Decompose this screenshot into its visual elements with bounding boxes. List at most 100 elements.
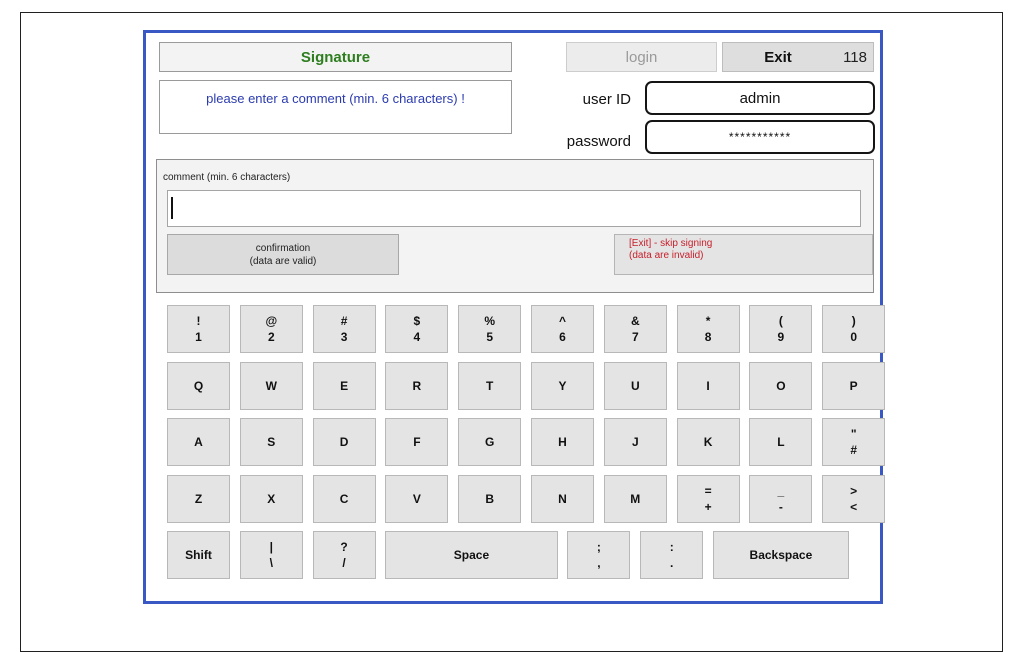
key-symbol-0-0[interactable]: ! 1 (167, 305, 230, 353)
key-label: Backspace (749, 548, 813, 562)
key-label: A (194, 435, 203, 449)
key-backspace[interactable]: Backspace (713, 531, 849, 579)
key-label: U (630, 378, 640, 393)
comment-input[interactable] (167, 190, 861, 227)
key-f[interactable]: F (385, 418, 449, 466)
key-r[interactable]: R (385, 361, 449, 410)
key-shift-char: ? (340, 540, 348, 554)
key-base-char: . (670, 556, 674, 570)
key-label: Shift (185, 548, 212, 562)
key-symbol-3-9[interactable]: > < (822, 474, 886, 523)
key-symbol-0-5[interactable]: ^ 6 (531, 305, 594, 353)
key-shift-char: ^ (558, 314, 566, 328)
key-symbol-0-9[interactable]: ) 0 (822, 305, 886, 353)
key-label: G (485, 435, 495, 449)
key-shift-char: | (269, 540, 273, 554)
user-id-field[interactable]: admin (645, 81, 875, 115)
key-u[interactable]: U (603, 361, 667, 410)
key-label: P (849, 378, 858, 393)
key-symbol-4-1[interactable]: | \ (239, 531, 303, 579)
key-label: K (703, 435, 713, 449)
key-symbol-0-4[interactable]: % 5 (458, 305, 522, 353)
key-p[interactable]: P (822, 361, 886, 410)
key-symbol-3-8[interactable]: _ - (749, 474, 813, 523)
key-y[interactable]: Y (531, 361, 594, 410)
key-shift[interactable]: Shift (167, 531, 230, 579)
key-shift-char: _ (777, 483, 785, 498)
key-symbol-4-2[interactable]: ? / (312, 531, 376, 579)
key-base-char: 3 (340, 330, 348, 344)
password-label: password (566, 133, 631, 150)
key-label: Y (558, 378, 567, 393)
user-id-label: user ID (582, 91, 631, 108)
key-symbol-2-9[interactable]: " # (822, 418, 886, 466)
key-label: D (339, 435, 349, 449)
skip-signing-label: [Exit] - skip signing (629, 238, 713, 249)
key-b[interactable]: B (458, 474, 522, 523)
confirmation-button[interactable]: confirmation (data are valid) (167, 234, 399, 275)
key-symbol-0-7[interactable]: * 8 (676, 305, 740, 353)
key-d[interactable]: D (312, 418, 376, 466)
key-l[interactable]: L (749, 418, 813, 466)
key-base-char: < (850, 499, 858, 514)
exit-button[interactable]: Exit 118 (722, 42, 874, 72)
key-k[interactable]: K (676, 418, 740, 466)
key-w[interactable]: W (239, 361, 303, 410)
key-q[interactable]: Q (167, 361, 230, 410)
key-s[interactable]: S (239, 418, 303, 466)
key-label: J (631, 435, 639, 449)
key-t[interactable]: T (458, 361, 522, 410)
key-j[interactable]: J (603, 418, 667, 466)
comment-label: comment (min. 6 characters) (163, 172, 291, 183)
key-symbol-0-6[interactable]: & 7 (603, 305, 667, 353)
key-shift-char: # (340, 314, 348, 328)
key-symbol-0-8[interactable]: (9 (749, 305, 813, 353)
key-z[interactable]: Z (167, 474, 230, 523)
key-symbol-0-2[interactable]: #3 (312, 305, 376, 353)
key-n[interactable]: N (531, 474, 594, 523)
skip-signing-button[interactable]: [Exit] - skip signing (data are invalid) (614, 234, 873, 275)
comment-panel: comment (min. 6 characters) confirmation… (156, 159, 874, 293)
key-base-char: 8 (704, 330, 712, 344)
key-i[interactable]: I (676, 361, 740, 410)
key-symbol-4-5[interactable]: :. (640, 531, 704, 579)
key-base-char: 7 (631, 330, 639, 344)
key-a[interactable]: A (167, 418, 230, 466)
key-label: Space (453, 548, 490, 562)
key-label: X (267, 491, 276, 506)
key-symbol-4-4[interactable]: ;, (567, 531, 631, 579)
key-label: W (265, 378, 277, 393)
key-symbol-0-3[interactable]: $4 (385, 305, 449, 353)
key-v[interactable]: V (385, 474, 449, 523)
key-label: O (776, 378, 786, 393)
key-label: Z (194, 491, 203, 506)
key-base-char: \ (269, 556, 273, 570)
key-symbol-0-1[interactable]: @2 (239, 305, 303, 353)
login-button[interactable]: login (566, 42, 717, 72)
key-h[interactable]: H (531, 418, 594, 466)
key-shift-char: % (484, 314, 496, 328)
password-field[interactable]: *********** (645, 120, 875, 154)
key-m[interactable]: M (603, 474, 667, 523)
key-symbol-3-7[interactable]: = + (676, 474, 740, 523)
key-o[interactable]: O (749, 361, 813, 410)
key-c[interactable]: C (312, 474, 376, 523)
key-x[interactable]: X (239, 474, 303, 523)
key-shift-char: : (669, 540, 674, 554)
key-label: I (706, 378, 710, 393)
key-base-char: 2 (267, 330, 275, 344)
confirmation-label: confirmation (255, 242, 311, 254)
key-shift-char: @ (265, 314, 278, 328)
key-space[interactable]: Space (385, 531, 558, 579)
key-label: M (630, 491, 641, 506)
key-label: L (777, 435, 785, 449)
key-g[interactable]: G (458, 418, 522, 466)
key-label: B (485, 491, 495, 506)
key-shift-char: & (630, 314, 640, 328)
key-base-char: 1 (195, 330, 202, 344)
key-label: T (486, 378, 494, 393)
key-e[interactable]: E (312, 361, 376, 410)
skip-signing-sublabel: (data are invalid) (629, 250, 704, 261)
key-base-char: , (597, 556, 601, 570)
signature-dialog: Signature please enter a comment (min. 6… (143, 30, 886, 604)
